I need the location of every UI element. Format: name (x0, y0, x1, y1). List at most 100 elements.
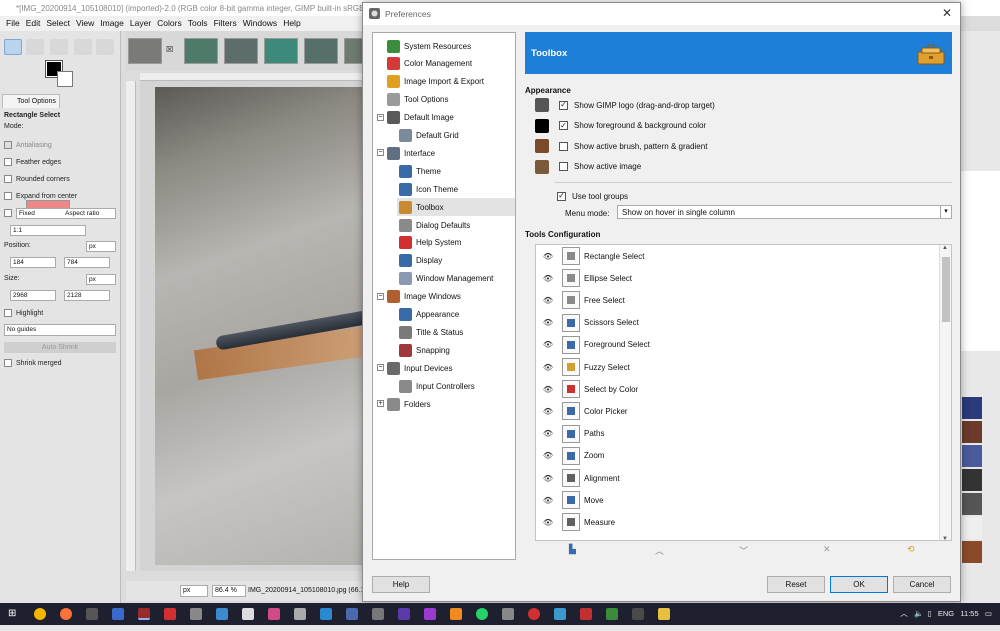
tray-chevron-icon[interactable]: ︿ (900, 609, 908, 618)
chevron-down-icon[interactable]: ▾ (940, 206, 951, 218)
option-checkbox[interactable] (559, 141, 568, 151)
zoom-select[interactable]: 86.4 % (212, 585, 246, 597)
whatsapp-icon[interactable] (476, 608, 488, 620)
brush-thumb[interactable] (962, 493, 982, 515)
network-icon[interactable]: ▯ (927, 609, 931, 618)
menu-item-select[interactable]: Select (44, 16, 74, 31)
appearance-option[interactable]: ✓ Show GIMP logo (drag-and-drop target) (535, 98, 715, 112)
menu-item-view[interactable]: View (74, 16, 98, 31)
use-tool-groups-checkbox[interactable]: ✓ (557, 191, 566, 201)
menu-item-filters[interactable]: Filters (212, 16, 241, 31)
nav-item-display[interactable]: Display (397, 252, 515, 270)
expand-from-center-option[interactable]: Expand from center (4, 192, 77, 200)
highlight-option[interactable]: Highlight (4, 309, 43, 317)
nav-item-default-image[interactable]: Default Image (385, 109, 515, 127)
tree-expander-icon[interactable]: + (377, 400, 384, 407)
ellipse-select-tool-button[interactable] (26, 39, 44, 55)
app-icon[interactable] (580, 608, 592, 620)
app-icon[interactable] (424, 608, 436, 620)
nav-item-tool-options[interactable]: Tool Options (385, 91, 515, 109)
tool-config-row[interactable]: 👁 Free Select (536, 289, 941, 311)
visibility-eye-icon[interactable]: 👁 (542, 385, 554, 394)
nav-item-title-status[interactable]: Title & Status (397, 323, 515, 341)
tool-config-row[interactable]: 👁 Rectangle Select (536, 245, 941, 267)
position-unit-select[interactable]: px (86, 241, 116, 252)
tree-expander-icon[interactable]: − (377, 113, 384, 121)
vlc-icon[interactable] (450, 608, 462, 620)
reset-icon[interactable]: ⟲ (907, 544, 915, 555)
use-tool-groups-option[interactable]: ✓ Use tool groups (557, 189, 628, 203)
visibility-eye-icon[interactable]: 👁 (542, 451, 554, 460)
image-tab-thumb[interactable] (264, 38, 298, 64)
nav-item-default-grid[interactable]: Default Grid (397, 127, 515, 145)
file-explorer-icon[interactable] (658, 608, 670, 620)
nav-item-image-import-export[interactable]: Image Import & Export (385, 73, 515, 91)
tools-list-scrollbar[interactable]: ▲ ▼ (939, 245, 951, 540)
tree-expander-icon[interactable]: − (377, 149, 384, 157)
fixed-option[interactable] (4, 209, 16, 217)
app-icon[interactable] (268, 608, 280, 620)
free-select-tool-button[interactable] (50, 39, 68, 55)
tool-config-row[interactable]: 👁 Zoom (536, 445, 941, 467)
nav-item-dialog-defaults[interactable]: Dialog Defaults (397, 216, 515, 234)
tool-config-row[interactable]: 👁 Scissors Select (536, 312, 941, 334)
tool-config-row[interactable]: 👁 Measure (536, 511, 941, 533)
delete-icon[interactable]: ✕ (823, 544, 831, 555)
visibility-eye-icon[interactable]: 👁 (542, 296, 554, 305)
visibility-eye-icon[interactable]: 👁 (542, 318, 554, 327)
help-button[interactable]: Help (372, 576, 430, 593)
option-checkbox[interactable]: ✓ (559, 100, 568, 110)
app-icon[interactable] (190, 608, 202, 620)
visibility-eye-icon[interactable]: 👁 (542, 496, 554, 505)
brush-thumb[interactable] (962, 397, 982, 419)
tool-config-row[interactable]: 👁 Select by Color (536, 378, 941, 400)
app-icon[interactable] (528, 608, 540, 620)
fixed-aspect-select[interactable]: Fixed Aspect ratio (16, 208, 116, 219)
menu-item-colors[interactable]: Colors (155, 16, 186, 31)
app-icon[interactable] (554, 608, 566, 620)
size-unit-select[interactable]: px (86, 274, 116, 285)
app-icon[interactable] (294, 608, 306, 620)
app-icon[interactable] (606, 608, 618, 620)
menu-item-tools[interactable]: Tools (186, 16, 212, 31)
chrome-icon[interactable] (34, 608, 46, 620)
reset-button[interactable]: Reset (767, 576, 825, 593)
image-tab-thumb[interactable] (224, 38, 258, 64)
option-checkbox[interactable] (559, 162, 568, 171)
menu-mode-select[interactable]: Show on hover in single column ▾ (617, 205, 952, 219)
image-tab-thumb[interactable] (184, 38, 218, 64)
notifications-icon[interactable]: ▭ (985, 609, 992, 618)
tree-expander-icon[interactable]: − (377, 364, 384, 372)
app-icon[interactable] (86, 608, 98, 620)
gimp-taskbar-icon[interactable] (138, 608, 150, 620)
app-icon[interactable] (164, 608, 176, 620)
unit-select[interactable]: px (180, 585, 208, 597)
position-y-field[interactable]: 784 (64, 257, 110, 268)
tool-config-row[interactable]: 👁 Move (536, 489, 941, 511)
app-icon[interactable] (502, 608, 514, 620)
visibility-eye-icon[interactable]: 👁 (542, 252, 554, 261)
appearance-option[interactable]: Show active brush, pattern & gradient (535, 139, 707, 153)
clock[interactable]: 11:55 (960, 609, 978, 618)
nav-item-input-devices[interactable]: Input Devices (385, 359, 515, 377)
visibility-eye-icon[interactable]: 👁 (542, 363, 554, 372)
menu-item-layer[interactable]: Layer (128, 16, 155, 31)
tool-config-row[interactable]: 👁 Paths (536, 423, 941, 445)
nav-item-image-windows[interactable]: Image Windows (385, 288, 515, 306)
menu-item-edit[interactable]: Edit (24, 16, 45, 31)
nav-item-snapping[interactable]: Snapping (397, 341, 515, 359)
menu-item-image[interactable]: Image (98, 16, 128, 31)
antialiasing-option[interactable]: Antialiasing (4, 141, 52, 149)
rounded-corners-option[interactable]: Rounded corners (4, 175, 70, 183)
cancel-button[interactable]: Cancel (893, 576, 951, 593)
visibility-eye-icon[interactable]: 👁 (542, 340, 554, 349)
visibility-eye-icon[interactable]: 👁 (542, 274, 554, 283)
move-down-icon[interactable]: ﹀ (739, 544, 748, 557)
size-h-field[interactable]: 2128 (64, 290, 110, 301)
rect-select-tool-button[interactable] (4, 39, 22, 55)
brush-thumb[interactable] (962, 421, 982, 443)
shrink-merged-option[interactable]: Shrink merged (4, 359, 62, 367)
app-icon[interactable] (320, 608, 332, 620)
menu-item-file[interactable]: File (4, 16, 24, 31)
app-icon[interactable] (398, 608, 410, 620)
